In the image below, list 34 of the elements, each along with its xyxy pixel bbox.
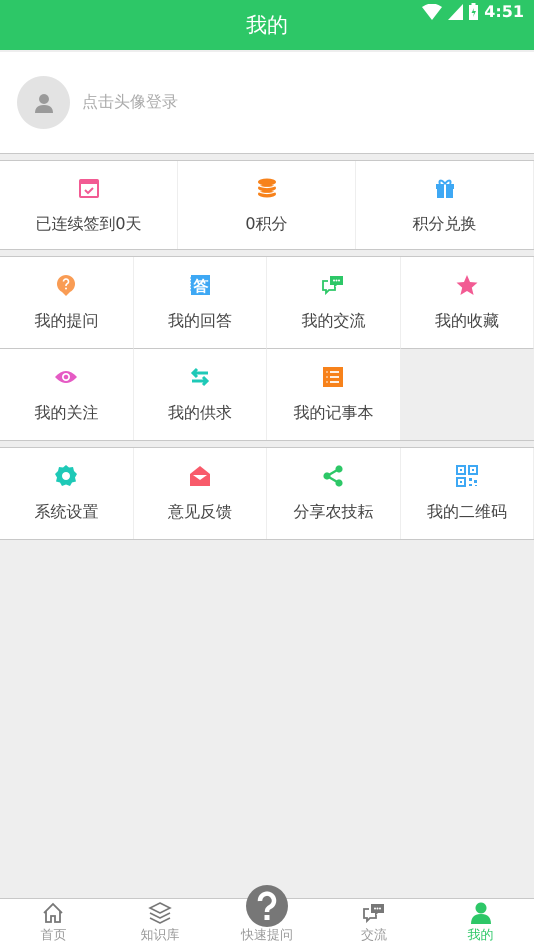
chat-icon <box>362 901 386 925</box>
menu-item[interactable]: 我的供求 <box>134 349 267 440</box>
chat-icon <box>321 273 346 297</box>
stat-item[interactable]: 0积分 <box>178 161 356 249</box>
wifi-icon <box>422 4 442 20</box>
battery-icon <box>469 3 478 20</box>
menu-item[interactable]: 意见反馈 <box>134 448 267 539</box>
layers-icon <box>148 901 172 925</box>
menu-item[interactable]: 我的收藏 <box>400 257 534 349</box>
share-icon <box>321 464 346 488</box>
menu-item[interactable]: 答 我的回答 <box>134 257 267 349</box>
page-title: 我的 <box>246 12 288 39</box>
list-icon <box>321 365 346 389</box>
settings-icon <box>54 464 78 488</box>
menu-item[interactable]: 我的交流 <box>267 257 400 349</box>
signal-icon <box>448 4 464 20</box>
envelope-icon <box>188 464 212 488</box>
help-button[interactable] <box>246 885 288 927</box>
stat-item[interactable]: 积分兑换 <box>356 161 534 249</box>
notebook-icon: 答 <box>188 273 212 297</box>
menu-item[interactable]: 我的二维码 <box>400 448 534 539</box>
menu-item[interactable]: 我的提问 <box>0 257 134 349</box>
menu-item[interactable]: 我的关注 <box>0 349 134 440</box>
menu-item[interactable]: 系统设置 <box>0 448 134 539</box>
qr-code-icon <box>454 464 479 488</box>
stat-item[interactable]: 已连续签到0天 <box>0 161 178 249</box>
menu-item[interactable]: 我的记事本 <box>267 349 400 440</box>
home-icon <box>41 901 66 925</box>
question-mark-icon <box>256 891 278 921</box>
star-icon <box>454 273 479 297</box>
status-time: 4:51 <box>484 2 524 21</box>
menu-item[interactable]: 分享农技耘 <box>267 448 400 539</box>
person-icon <box>468 901 493 925</box>
person-icon <box>34 92 52 112</box>
